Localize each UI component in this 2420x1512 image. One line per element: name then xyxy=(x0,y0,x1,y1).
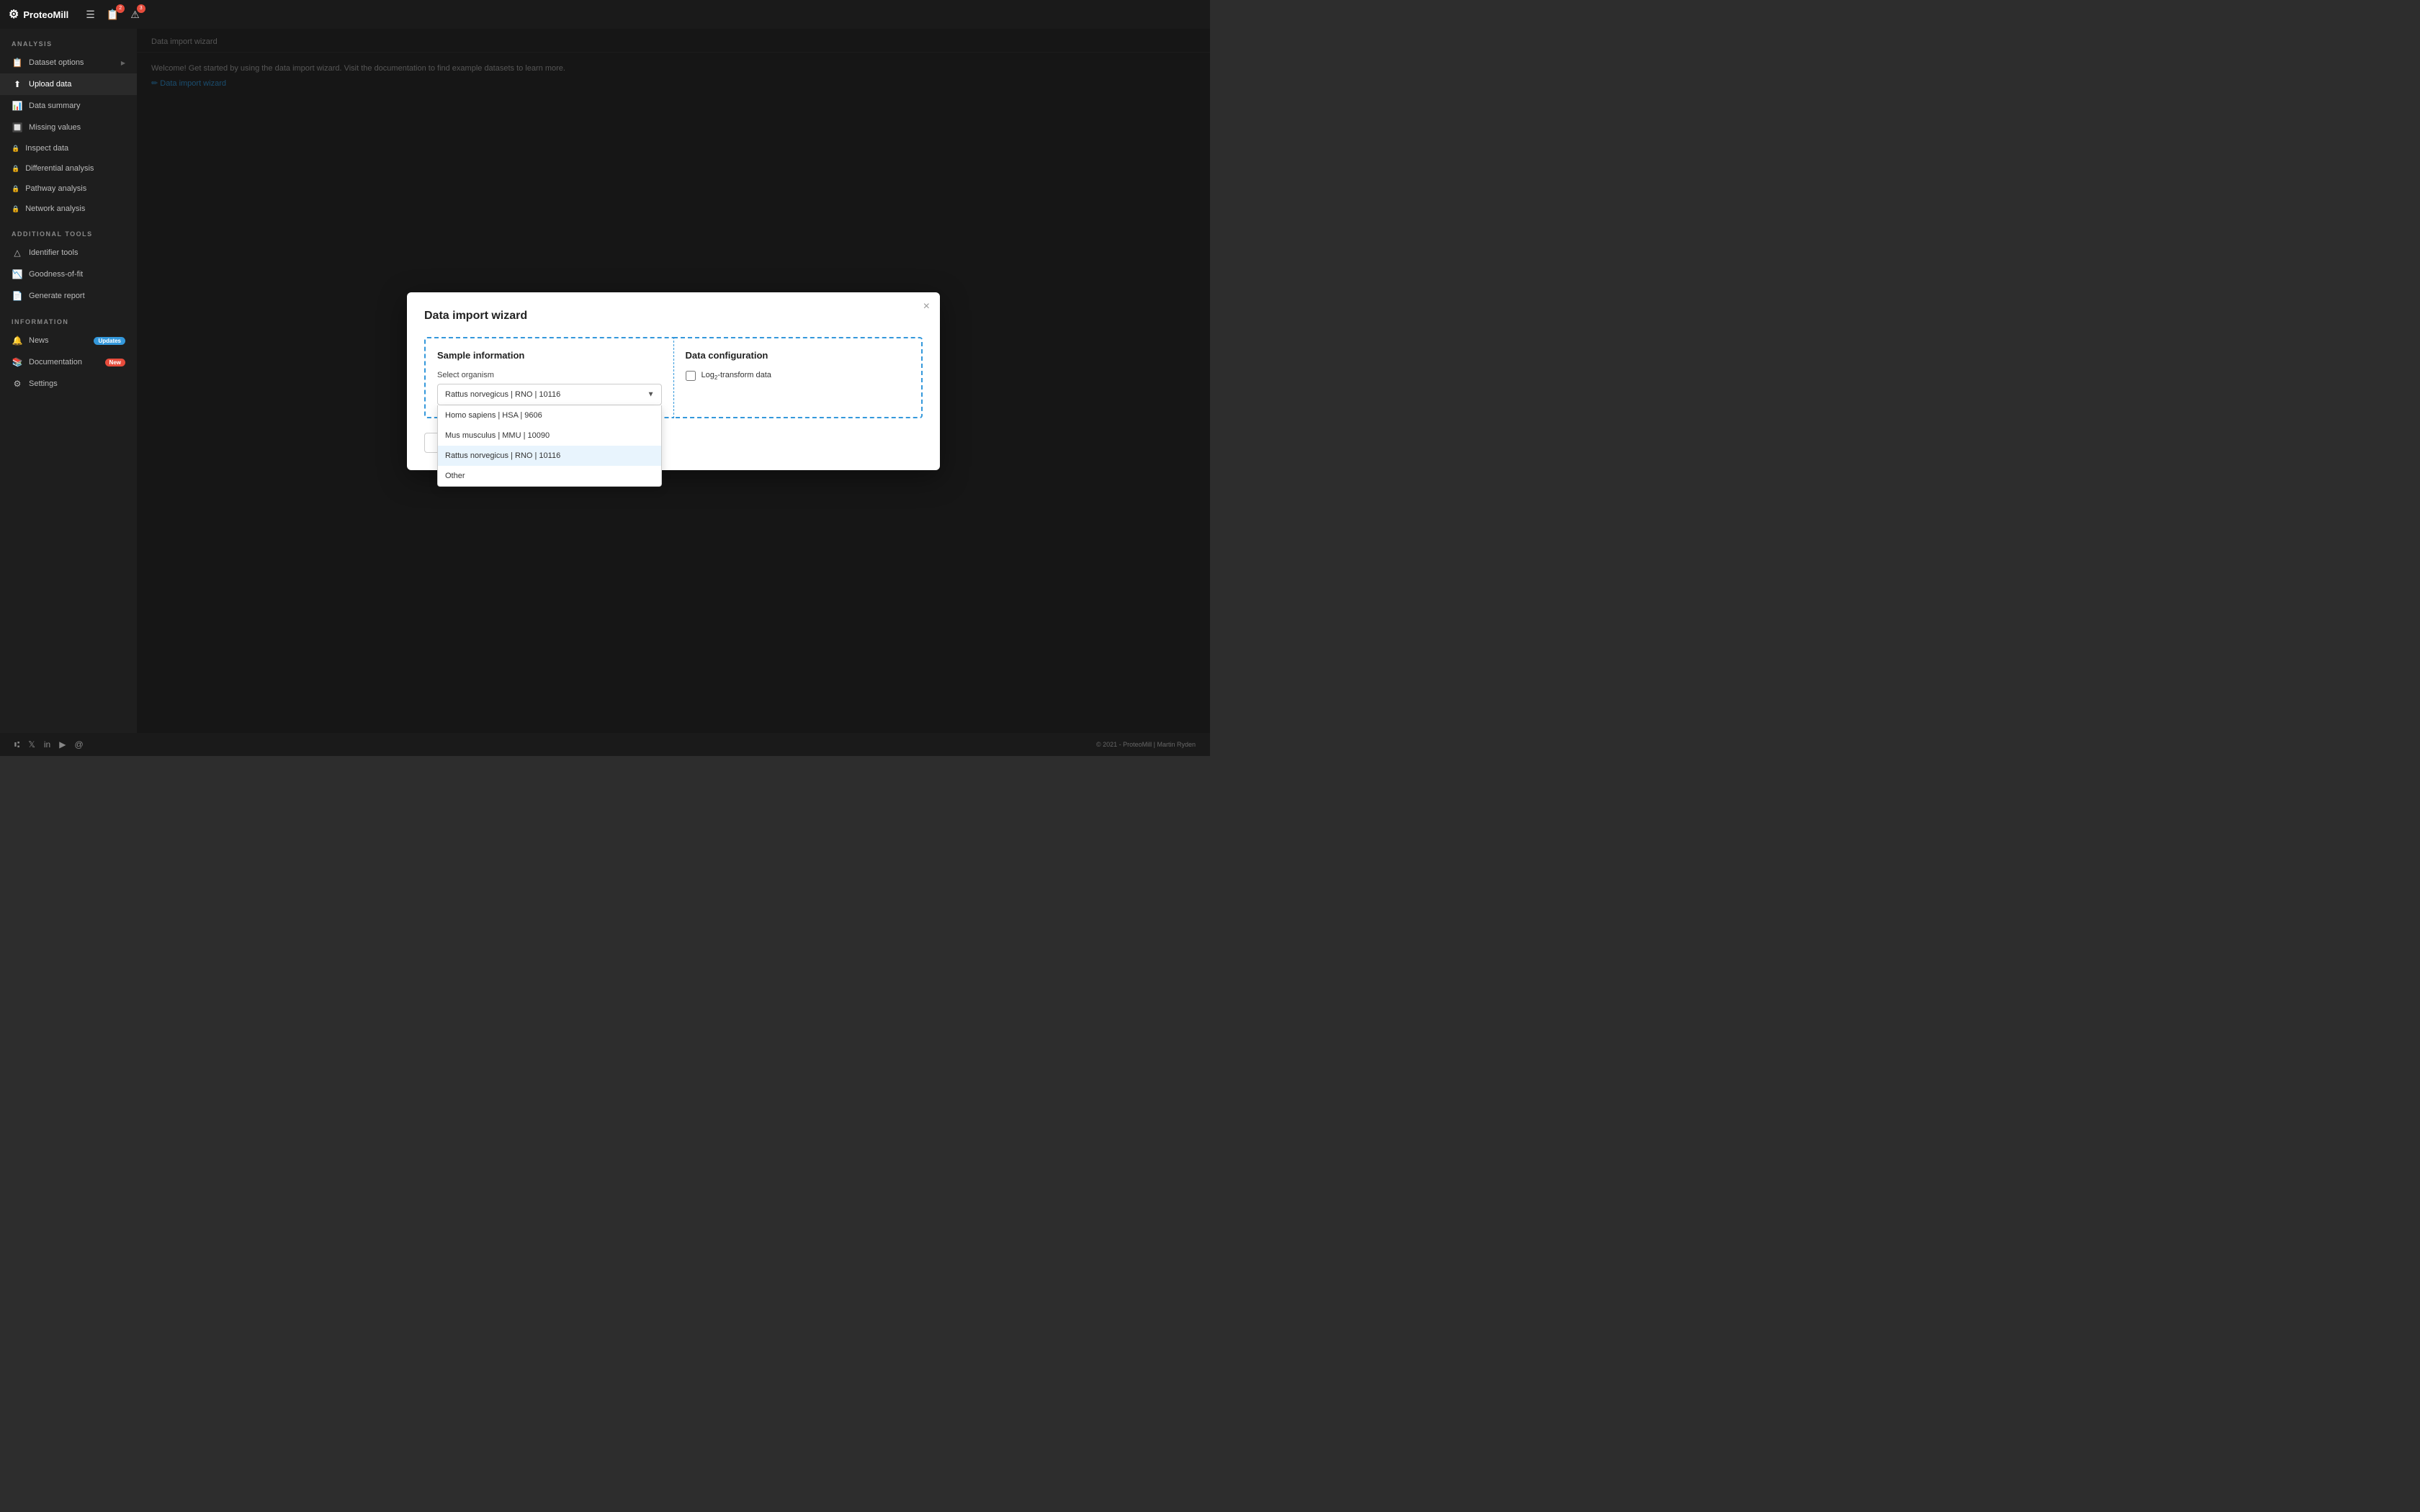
sidebar-item-label: Dataset options xyxy=(29,58,115,67)
log-transform-label: Log2-transform data xyxy=(702,371,771,381)
organism-dropdown-container: Homo sapiens | HSA | 9606 Mus musculus |… xyxy=(437,384,662,405)
modal-title: Data import wizard xyxy=(424,310,923,323)
data-summary-icon: 📊 xyxy=(12,101,23,111)
sidebar: ANALYSIS 📋 Dataset options ▶ ⬆ Upload da… xyxy=(0,29,137,733)
footer-icons: ⑆ 𝕏 in ▶ @ xyxy=(14,739,84,750)
select-organism-label: Select organism xyxy=(437,371,662,379)
main-layout: ANALYSIS 📋 Dataset options ▶ ⬆ Upload da… xyxy=(0,29,1210,733)
missing-values-icon: 🔲 xyxy=(12,122,23,132)
sidebar-item-documentation[interactable]: 📚 Documentation New xyxy=(0,351,137,373)
organism-option-homo-sapiens[interactable]: Homo sapiens | HSA | 9606 xyxy=(438,405,661,426)
sidebar-item-label: Data summary xyxy=(29,102,125,110)
data-import-wizard-modal: Data import wizard × Sample information … xyxy=(407,292,940,470)
notification-badge-2: 3 xyxy=(137,4,145,13)
sidebar-item-label: Generate report xyxy=(29,292,125,300)
logo-icon: ⚙ xyxy=(9,7,19,22)
sidebar-item-label: Differential analysis xyxy=(25,164,125,173)
organism-option-other[interactable]: Other xyxy=(438,466,661,486)
email-icon[interactable]: @ xyxy=(74,739,83,750)
sidebar-section-additional-tools: ADDITIONAL TOOLS xyxy=(0,219,137,242)
lock-icon: 🔒 xyxy=(12,145,19,153)
sample-panel-title: Sample information xyxy=(437,350,662,361)
app-logo: ⚙ ProteoMill xyxy=(9,7,68,22)
sidebar-item-dataset-options[interactable]: 📋 Dataset options ▶ xyxy=(0,52,137,73)
log-transform-row: Log2-transform data xyxy=(686,371,910,381)
generate-report-icon: 📄 xyxy=(12,291,23,301)
lock-icon: 🔒 xyxy=(12,205,19,213)
sidebar-item-settings[interactable]: ⚙ Settings xyxy=(0,373,137,395)
sidebar-item-label: Pathway analysis xyxy=(25,184,125,193)
sidebar-item-generate-report[interactable]: 📄 Generate report xyxy=(0,285,137,307)
github-icon[interactable]: ⑆ xyxy=(14,739,19,750)
menu-button[interactable]: ☰ xyxy=(83,7,98,22)
lock-icon: 🔒 xyxy=(12,185,19,193)
organism-option-mus-musculus[interactable]: Mus musculus | MMU | 10090 xyxy=(438,426,661,446)
app-title: ProteoMill xyxy=(23,9,68,20)
sidebar-section-information: INFORMATION xyxy=(0,307,137,330)
sidebar-item-network-analysis[interactable]: 🔒 Network analysis xyxy=(0,199,137,219)
goodness-of-fit-icon: 📉 xyxy=(12,269,23,279)
sidebar-item-identifier-tools[interactable]: △ Identifier tools xyxy=(0,242,137,264)
footer: ⑆ 𝕏 in ▶ @ © 2021 - ProteoMill | Martin … xyxy=(0,733,1210,756)
sidebar-item-label: Settings xyxy=(29,379,125,388)
data-configuration-panel: Data configuration Log2-transform data xyxy=(673,337,923,418)
sample-information-panel: Sample information Select organism Homo … xyxy=(424,337,673,418)
notification-button-2[interactable]: ⚠ 3 xyxy=(127,7,143,22)
upload-data-icon: ⬆ xyxy=(12,79,23,89)
lock-icon: 🔒 xyxy=(12,165,19,173)
linkedin-icon[interactable]: in xyxy=(44,739,50,750)
sidebar-item-goodness-of-fit[interactable]: 📉 Goodness-of-fit xyxy=(0,264,137,285)
youtube-icon[interactable]: ▶ xyxy=(59,739,66,750)
sidebar-item-news[interactable]: 🔔 News Updates xyxy=(0,330,137,351)
sidebar-item-label: Documentation xyxy=(29,358,99,366)
content-area: Data import wizard Welcome! Get started … xyxy=(137,29,1210,733)
sidebar-item-label: News xyxy=(29,336,88,345)
sidebar-item-label: Goodness-of-fit xyxy=(29,270,125,279)
notification-button-1[interactable]: 📋 2 xyxy=(104,7,122,22)
sidebar-item-label: Network analysis xyxy=(25,204,125,213)
documentation-icon: 📚 xyxy=(12,357,23,367)
topbar: ⚙ ProteoMill ☰ 📋 2 ⚠ 3 xyxy=(0,0,1210,29)
organism-select[interactable]: Homo sapiens | HSA | 9606 Mus musculus |… xyxy=(437,384,662,405)
dataset-options-icon: 📋 xyxy=(12,58,23,68)
sidebar-item-upload-data[interactable]: ⬆ Upload data xyxy=(0,73,137,95)
organism-option-rattus-norvegicus[interactable]: Rattus norvegicus | RNO | 10116 xyxy=(438,446,661,466)
sidebar-item-missing-values[interactable]: 🔲 Missing values xyxy=(0,117,137,138)
modal-grid: Sample information Select organism Homo … xyxy=(424,337,923,418)
documentation-badge: New xyxy=(105,359,125,366)
sidebar-item-inspect-data[interactable]: 🔒 Inspect data xyxy=(0,138,137,158)
news-badge: Updates xyxy=(94,337,125,345)
data-panel-title: Data configuration xyxy=(686,350,910,361)
news-icon: 🔔 xyxy=(12,336,23,346)
topbar-icons: ☰ 📋 2 ⚠ 3 xyxy=(83,7,143,22)
notification-badge-1: 2 xyxy=(116,4,125,13)
twitter-icon[interactable]: 𝕏 xyxy=(28,739,35,750)
sidebar-item-label: Identifier tools xyxy=(29,248,125,257)
organism-dropdown-list: Homo sapiens | HSA | 9606 Mus musculus |… xyxy=(437,405,662,487)
sidebar-item-label: Inspect data xyxy=(25,144,125,153)
sidebar-item-pathway-analysis[interactable]: 🔒 Pathway analysis xyxy=(0,179,137,199)
modal-overlay: Data import wizard × Sample information … xyxy=(137,29,1210,733)
sidebar-item-differential-analysis[interactable]: 🔒 Differential analysis xyxy=(0,158,137,179)
sidebar-item-label: Upload data xyxy=(29,80,125,89)
identifier-tools-icon: △ xyxy=(12,248,23,258)
settings-icon: ⚙ xyxy=(12,379,23,389)
sidebar-item-label: Missing values xyxy=(29,123,125,132)
chevron-right-icon: ▶ xyxy=(121,60,125,66)
sidebar-item-data-summary[interactable]: 📊 Data summary xyxy=(0,95,137,117)
sidebar-section-analysis: ANALYSIS xyxy=(0,29,137,52)
modal-close-button[interactable]: × xyxy=(923,301,930,312)
copyright-text: © 2021 - ProteoMill | Martin Ryden xyxy=(1096,741,1196,748)
log-transform-checkbox[interactable] xyxy=(686,371,696,381)
